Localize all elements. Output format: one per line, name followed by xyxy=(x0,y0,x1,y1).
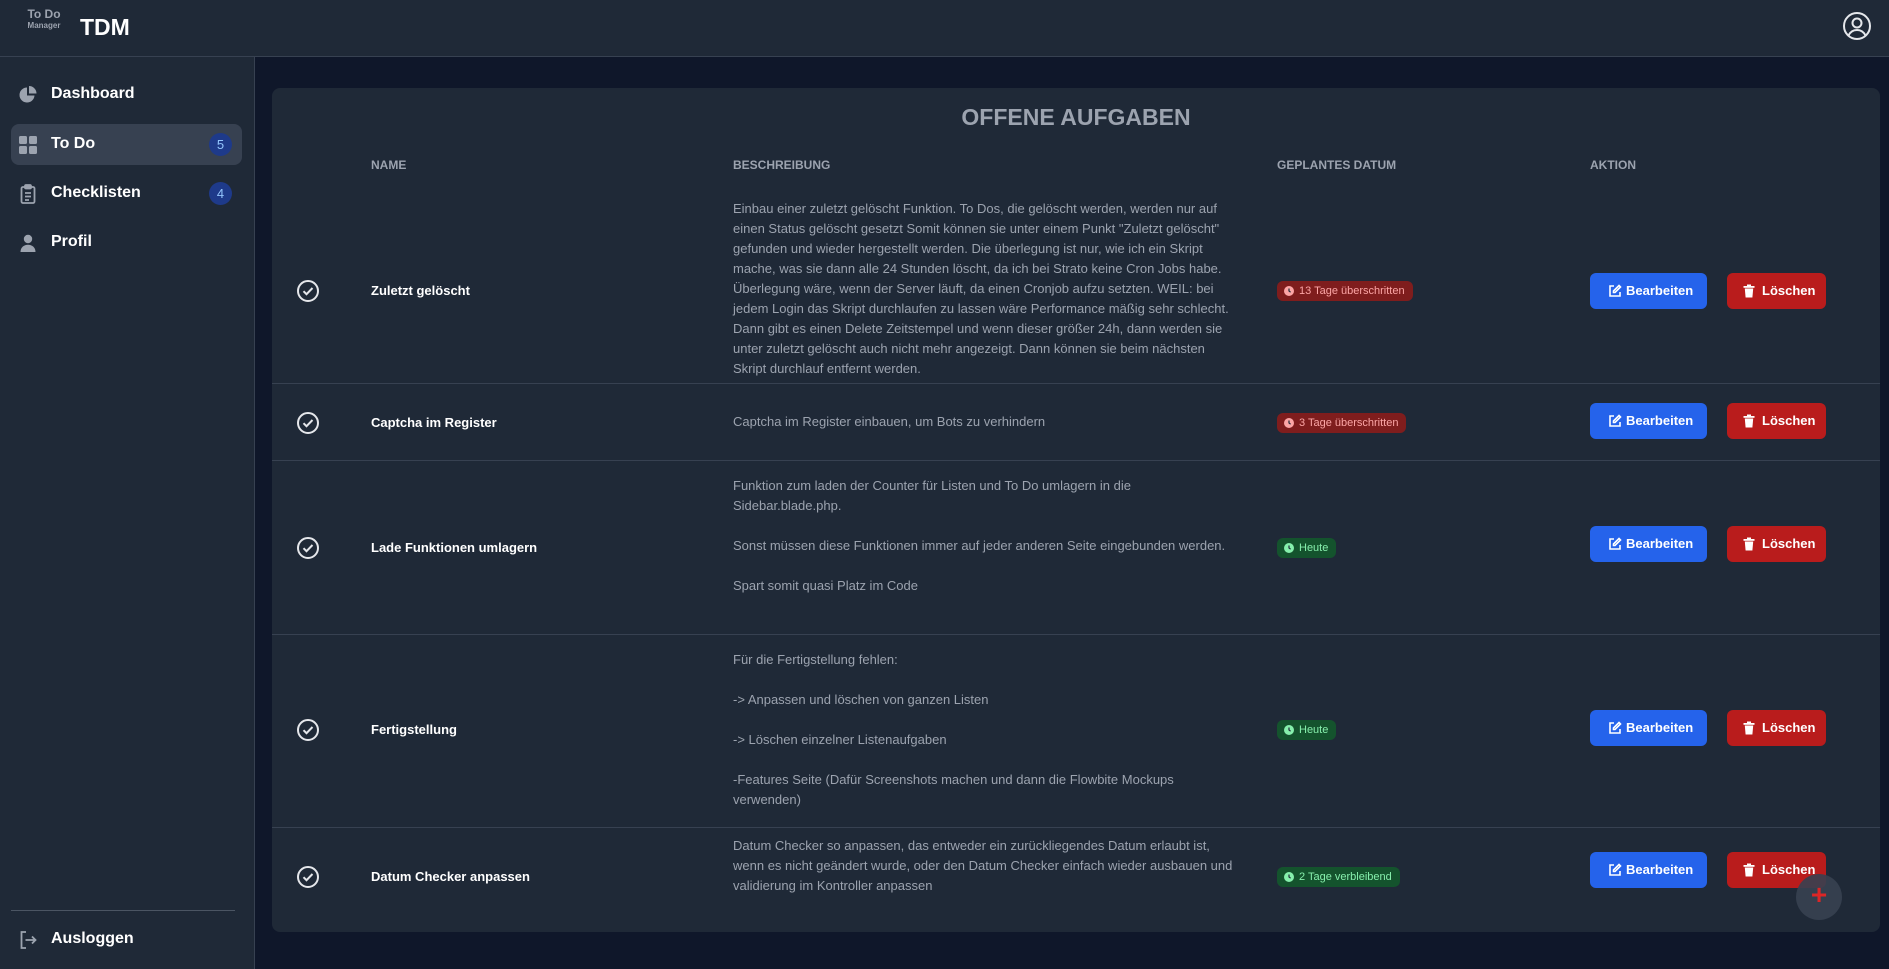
sidebar-item-todo[interactable]: To Do 5 xyxy=(11,124,242,165)
user-circle-icon xyxy=(1843,12,1871,40)
delete-button[interactable]: Löschen xyxy=(1727,710,1826,746)
sidebar-divider xyxy=(11,910,235,911)
delete-button-label: Löschen xyxy=(1762,413,1816,428)
clock-icon xyxy=(1284,286,1294,296)
task-name: Lade Funktionen umlagern xyxy=(371,540,538,555)
edit-button[interactable]: Bearbeiten xyxy=(1590,852,1707,888)
task-description: Einbau einer zuletzt gelöscht Funktion. … xyxy=(733,201,1229,376)
task-name: Zuletzt gelöscht xyxy=(371,283,470,298)
edit-button-label: Bearbeiten xyxy=(1626,413,1694,428)
page-title: OFFENE AUFGABEN xyxy=(961,104,1191,130)
column-header-date: Geplantes Datum xyxy=(1277,158,1397,172)
trash-icon xyxy=(1743,284,1755,298)
edit-button-label: Bearbeiten xyxy=(1626,862,1694,877)
badge-text: 2 Tage verbleibend xyxy=(1299,871,1392,883)
badge-text: 13 Tage überschritten xyxy=(1299,285,1405,297)
task-name: Captcha im Register xyxy=(371,415,497,430)
logout-label: Ausloggen xyxy=(51,930,134,947)
task-description: Für die Fertigstellung fehlen: -> Anpass… xyxy=(733,652,1174,807)
delete-button-label: Löschen xyxy=(1762,536,1816,551)
task-name: Datum Checker anpassen xyxy=(371,869,530,884)
date-status-badge: 2 Tage verbleibend xyxy=(1277,867,1400,887)
table-row: Datum Checker anpassen Datum Checker so … xyxy=(272,828,1880,932)
date-status-badge: Heute xyxy=(1277,538,1337,558)
add-task-button[interactable]: + xyxy=(1796,874,1842,920)
edit-button[interactable]: Bearbeiten xyxy=(1590,526,1707,562)
logout-icon xyxy=(20,931,37,949)
task-description: Funktion zum laden der Counter für Liste… xyxy=(733,478,1226,593)
top-navbar: To Do Manager TDM xyxy=(0,0,1889,57)
trash-icon xyxy=(1743,537,1755,551)
check-circle-icon[interactable] xyxy=(296,536,320,560)
edit-icon xyxy=(1609,414,1622,427)
sidebar-item-label: To Do xyxy=(51,135,96,152)
sidebar-item-dashboard[interactable]: Dashboard xyxy=(11,74,242,115)
edit-icon xyxy=(1609,863,1622,876)
table-row: Fertigstellung Für die Fertigstellung fe… xyxy=(272,635,1880,828)
check-circle-icon[interactable] xyxy=(296,865,320,889)
date-status-badge: 3 Tage überschritten xyxy=(1277,413,1407,433)
app-logo[interactable]: To Do Manager xyxy=(20,7,68,35)
date-status-badge: 13 Tage überschritten xyxy=(1277,281,1413,301)
user-menu-button[interactable] xyxy=(1842,11,1872,41)
task-description: Datum Checker so anpassen, das entweder … xyxy=(733,838,1233,893)
sidebar-item-label: Checklisten xyxy=(51,184,141,201)
grid-icon xyxy=(19,136,37,154)
badge-text: Heute xyxy=(1299,542,1329,554)
table-row: Lade Funktionen umlagern Funktion zum la… xyxy=(272,461,1880,635)
edit-button[interactable]: Bearbeiten xyxy=(1590,710,1707,746)
badge-text: Heute xyxy=(1299,724,1329,736)
edit-icon xyxy=(1609,284,1622,297)
badge-text: 3 Tage überschritten xyxy=(1299,417,1399,429)
date-status-badge: Heute xyxy=(1277,720,1337,740)
logout-button[interactable]: Ausloggen xyxy=(11,919,242,960)
sidebar: Dashboard To Do 5 Checklisten 4 Profil A… xyxy=(0,57,255,969)
delete-button-label: Löschen xyxy=(1762,862,1816,877)
check-circle-icon[interactable] xyxy=(296,279,320,303)
sidebar-item-profil[interactable]: Profil xyxy=(11,222,242,263)
edit-icon xyxy=(1609,537,1622,550)
logo-text-line1: To Do xyxy=(27,7,61,21)
task-name: Fertigstellung xyxy=(371,722,457,737)
sidebar-item-checklisten[interactable]: Checklisten 4 xyxy=(11,173,242,214)
edit-button-label: Bearbeiten xyxy=(1626,720,1694,735)
check-circle-icon[interactable] xyxy=(296,718,320,742)
task-description: Captcha im Register einbauen, um Bots zu… xyxy=(733,414,1046,429)
check-circle-icon[interactable] xyxy=(296,411,320,435)
column-header-description: Beschreibung xyxy=(733,158,831,172)
edit-button-label: Bearbeiten xyxy=(1626,536,1694,551)
column-header-action: Aktion xyxy=(1590,158,1636,172)
edit-icon xyxy=(1609,721,1622,734)
sidebar-item-label: Profil xyxy=(51,233,92,250)
user-icon xyxy=(20,234,36,252)
delete-button[interactable]: Löschen xyxy=(1727,403,1826,439)
clock-icon xyxy=(1284,872,1294,882)
clipboard-icon xyxy=(20,184,36,204)
delete-button[interactable]: Löschen xyxy=(1727,273,1826,309)
pie-chart-icon xyxy=(19,86,37,103)
brand-name[interactable]: TDM xyxy=(80,14,130,41)
sidebar-item-label: Dashboard xyxy=(51,85,135,102)
delete-button-label: Löschen xyxy=(1762,283,1816,298)
delete-button-label: Löschen xyxy=(1762,720,1816,735)
table-row: Captcha im Register Captcha im Register … xyxy=(272,384,1880,461)
clock-icon xyxy=(1284,418,1294,428)
delete-button[interactable]: Löschen xyxy=(1727,526,1826,562)
open-tasks-card: OFFENE AUFGABEN Name Beschreibung Geplan… xyxy=(272,88,1880,932)
logo-text-line2: Manager xyxy=(27,21,61,30)
edit-button[interactable]: Bearbeiten xyxy=(1590,403,1707,439)
edit-button[interactable]: Bearbeiten xyxy=(1590,273,1707,309)
clock-icon xyxy=(1284,543,1294,553)
todo-count-badge: 5 xyxy=(209,133,232,156)
trash-icon xyxy=(1743,414,1755,428)
checklist-count-badge: 4 xyxy=(209,182,232,205)
column-header-name: Name xyxy=(371,158,407,172)
trash-icon xyxy=(1743,721,1755,735)
clock-icon xyxy=(1284,725,1294,735)
table-row: Zuletzt gelöscht Einbau einer zuletzt ge… xyxy=(272,186,1880,384)
edit-button-label: Bearbeiten xyxy=(1626,283,1694,298)
plus-icon: + xyxy=(1810,879,1828,910)
trash-icon xyxy=(1743,863,1755,877)
